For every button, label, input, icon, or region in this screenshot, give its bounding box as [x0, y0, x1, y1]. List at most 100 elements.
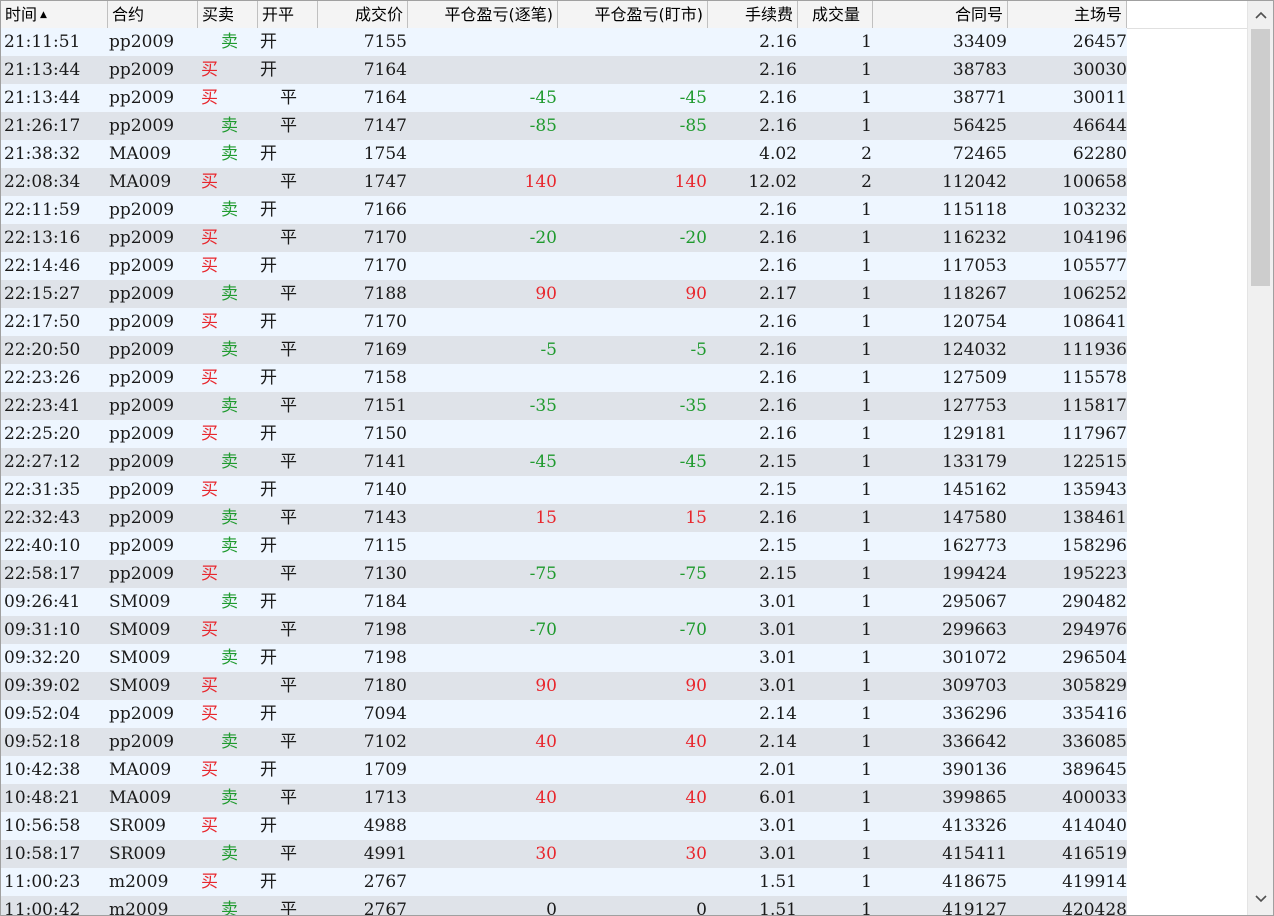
cell-open-close: 开 — [260, 200, 277, 220]
cell-side: 卖 — [221, 844, 238, 864]
cell-fee: 2.17 — [759, 284, 797, 304]
cell-pnl-trade — [408, 532, 557, 560]
cell-contract: SR009 — [109, 816, 166, 836]
cell-fee: 1.51 — [759, 900, 797, 916]
scroll-up-button[interactable] — [1248, 3, 1273, 29]
table-row[interactable]: 21:13:44 pp2009 买 平 7164 -45 -45 2.16 1 38771 3001… — [1, 84, 1127, 112]
cell-contract: pp2009 — [109, 200, 175, 220]
table-row[interactable]: 22:40:10 pp2009 卖 开 7115 2.15 1 162773 158296 — [1, 532, 1127, 560]
header-contract[interactable]: 合约 — [108, 1, 198, 28]
cell-pnl-trade: -20 — [529, 228, 557, 248]
cell-exchange-no: 30030 — [1072, 60, 1127, 80]
cell-time: 22:14:46 — [4, 256, 81, 276]
cell-time: 21:26:17 — [4, 116, 81, 136]
table-row[interactable]: 10:48:21 MA009 卖 平 1713 40 40 6.01 1 399865 400033 — [1, 784, 1127, 812]
table-row[interactable]: 22:13:16 pp2009 买 平 7170 -20 -20 2.16 1 116232 104… — [1, 224, 1127, 252]
cell-fee: 2.16 — [759, 368, 797, 388]
cell-side: 买 — [201, 872, 218, 892]
cell-open-close: 平 — [280, 900, 297, 916]
cell-exchange-no: 111936 — [1062, 340, 1127, 360]
cell-fee: 3.01 — [759, 620, 797, 640]
table-row[interactable]: 09:31:10 SM009 买 平 7198 -70 -70 3.01 1 299663 2949… — [1, 616, 1127, 644]
cell-pnl-mtm — [558, 364, 707, 392]
cell-pnl-mtm: 40 — [685, 732, 707, 752]
header-price[interactable]: 成交价 — [318, 1, 408, 28]
cell-pnl-mtm — [558, 196, 707, 224]
cell-contract-no: 309703 — [942, 676, 1007, 696]
scroll-thumb[interactable] — [1251, 29, 1270, 286]
cell-price: 4991 — [363, 844, 407, 864]
cell-price: 7151 — [363, 396, 407, 416]
header-pnl-trade[interactable]: 平仓盈亏(逐笔) — [408, 1, 558, 28]
cell-side: 卖 — [221, 340, 238, 360]
cell-open-close: 平 — [280, 88, 297, 108]
cell-pnl-trade: 90 — [535, 284, 557, 304]
cell-price: 7140 — [363, 480, 407, 500]
table-row[interactable]: 22:32:43 pp2009 卖 平 7143 15 15 2.16 1 147580 13846… — [1, 504, 1127, 532]
cell-side: 买 — [201, 60, 218, 80]
cell-exchange-no: 335416 — [1062, 704, 1127, 724]
cell-open-close: 平 — [280, 396, 297, 416]
cell-qty: 1 — [861, 620, 872, 640]
table-row[interactable]: 22:14:46 pp2009 买 开 7170 2.16 1 117053 105577 — [1, 252, 1127, 280]
table-row[interactable]: 22:25:20 pp2009 买 开 7150 2.16 1 129181 117967 — [1, 420, 1127, 448]
cell-fee: 4.02 — [759, 144, 797, 164]
cell-pnl-mtm — [558, 28, 707, 56]
cell-qty: 1 — [861, 844, 872, 864]
table-row[interactable]: 22:58:17 pp2009 买 平 7130 -75 -75 2.15 1 199424 195… — [1, 560, 1127, 588]
cell-time: 21:13:44 — [4, 88, 81, 108]
table-row[interactable]: 21:38:32 MA009 卖 开 1754 4.02 2 72465 62280 — [1, 140, 1127, 168]
table-row[interactable]: 11:00:42 m2009 卖 平 2767 0 0 1.51 1 419127 420428 — [1, 896, 1127, 916]
cell-qty: 2 — [861, 144, 872, 164]
table-row[interactable]: 09:52:04 pp2009 买 开 7094 2.14 1 336296 335416 — [1, 700, 1127, 728]
table-row[interactable]: 22:31:35 pp2009 买 开 7140 2.15 1 145162 135943 — [1, 476, 1127, 504]
cell-side: 卖 — [221, 200, 238, 220]
table-row[interactable]: 10:56:58 SR009 买 开 4988 3.01 1 413326 414040 — [1, 812, 1127, 840]
cell-side: 卖 — [221, 508, 238, 528]
table-row[interactable]: 22:23:41 pp2009 卖 平 7151 -35 -35 2.16 1 127753 115… — [1, 392, 1127, 420]
table-row[interactable]: 10:42:38 MA009 买 开 1709 2.01 1 390136 389645 — [1, 756, 1127, 784]
table-row[interactable]: 22:27:12 pp2009 卖 平 7141 -45 -45 2.15 1 133179 122… — [1, 448, 1127, 476]
vertical-scrollbar[interactable] — [1247, 1, 1273, 915]
cell-fee: 2.01 — [759, 760, 797, 780]
header-side[interactable]: 买卖 — [198, 1, 258, 28]
cell-open-close: 开 — [260, 368, 277, 388]
cell-qty: 1 — [861, 648, 872, 668]
table-row[interactable]: 22:08:34 MA009 买 平 1747 140 140 12.02 2 112042 100… — [1, 168, 1127, 196]
table-row[interactable]: 22:11:59 pp2009 卖 开 7166 2.16 1 115118 103232 — [1, 196, 1127, 224]
header-time[interactable]: 时间 ▲ — [1, 1, 108, 28]
table-row[interactable]: 21:26:17 pp2009 卖 平 7147 -85 -85 2.16 1 56425 4664… — [1, 112, 1127, 140]
cell-open-close: 平 — [280, 508, 297, 528]
header-fee[interactable]: 手续费 — [708, 1, 798, 28]
table-row[interactable]: 22:23:26 pp2009 买 开 7158 2.16 1 127509 115578 — [1, 364, 1127, 392]
table-row[interactable]: 22:15:27 pp2009 卖 平 7188 90 90 2.17 1 118267 10625… — [1, 280, 1127, 308]
table-row[interactable]: 21:11:51 pp2009 卖 开 7155 2.16 1 33409 26457 — [1, 28, 1127, 56]
table-row[interactable]: 22:17:50 pp2009 买 开 7170 2.16 1 120754 108641 — [1, 308, 1127, 336]
cell-fee: 3.01 — [759, 676, 797, 696]
cell-pnl-mtm: 30 — [685, 844, 707, 864]
cell-fee: 2.16 — [759, 60, 797, 80]
cell-side: 买 — [201, 172, 218, 192]
table-row[interactable]: 21:13:44 pp2009 买 开 7164 2.16 1 38783 30030 — [1, 56, 1127, 84]
cell-exchange-no: 305829 — [1062, 676, 1127, 696]
cell-pnl-mtm — [558, 308, 707, 336]
table-row[interactable]: 10:58:17 SR009 卖 平 4991 30 30 3.01 1 415411 416519 — [1, 840, 1127, 868]
cell-fee: 6.01 — [759, 788, 797, 808]
cell-contract-no: 116232 — [942, 228, 1007, 248]
header-qty[interactable]: 成交量 — [798, 1, 873, 28]
header-open-close[interactable]: 开平 — [258, 1, 318, 28]
cell-exchange-no: 138461 — [1062, 508, 1127, 528]
table-row[interactable]: 09:32:20 SM009 卖 开 7198 3.01 1 301072 296504 — [1, 644, 1127, 672]
cell-exchange-no: 419914 — [1062, 872, 1127, 892]
header-contract-no[interactable]: 合同号 — [873, 1, 1008, 28]
header-exchange-no[interactable]: 主场号 — [1008, 1, 1127, 28]
scroll-down-button[interactable] — [1248, 887, 1273, 913]
cell-price: 7170 — [363, 312, 407, 332]
cell-pnl-trade — [408, 420, 557, 448]
table-row[interactable]: 09:39:02 SM009 买 平 7180 90 90 3.01 1 309703 305829 — [1, 672, 1127, 700]
table-row[interactable]: 22:20:50 pp2009 卖 平 7169 -5 -5 2.16 1 124032 11193… — [1, 336, 1127, 364]
table-row[interactable]: 09:52:18 pp2009 卖 平 7102 40 40 2.14 1 336642 33608… — [1, 728, 1127, 756]
table-row[interactable]: 11:00:23 m2009 买 开 2767 1.51 1 418675 419914 — [1, 868, 1127, 896]
table-row[interactable]: 09:26:41 SM009 卖 开 7184 3.01 1 295067 290482 — [1, 588, 1127, 616]
header-pnl-mtm[interactable]: 平仓盈亏(盯市) — [558, 1, 708, 28]
